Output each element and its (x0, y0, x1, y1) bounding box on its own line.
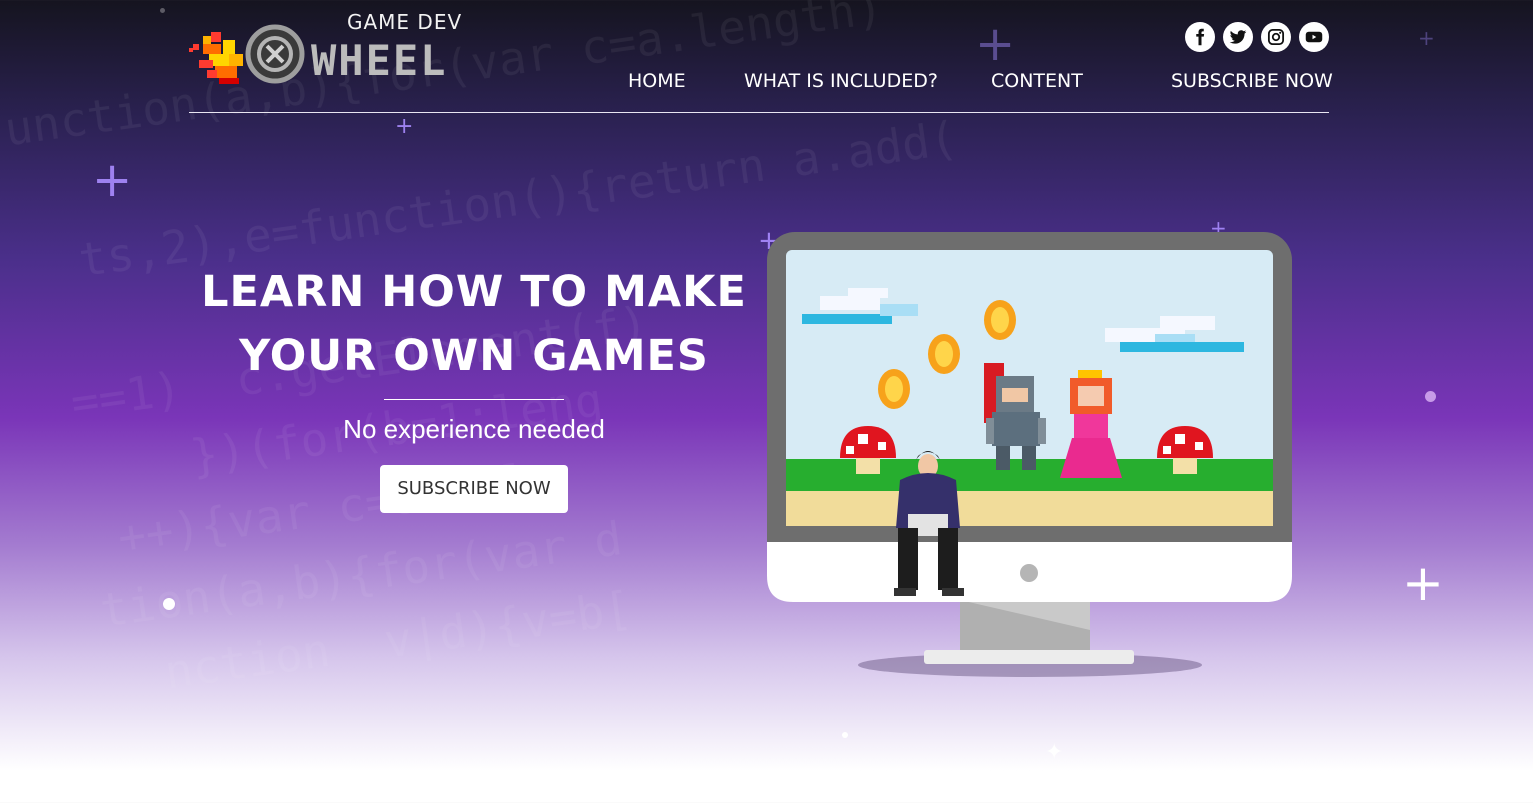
logo[interactable]: GAME DEV WHEEL (189, 10, 499, 90)
youtube-icon[interactable] (1299, 22, 1329, 52)
hero-section: LEARN HOW TO MAKE YOUR OWN GAMES No expe… (200, 265, 748, 513)
star-dot (842, 732, 848, 738)
instagram-icon[interactable] (1261, 22, 1291, 52)
sparkle-icon: + (1418, 26, 1435, 50)
monitor-illustration (767, 232, 1292, 677)
coin-icon (928, 334, 960, 374)
hero-divider (384, 399, 564, 400)
star-dot (160, 8, 165, 13)
hero-subscribe-button[interactable]: SUBSCRIBE NOW (380, 465, 568, 513)
coin-icon (878, 369, 910, 409)
main-nav: HOME WHAT IS INCLUDED? CONTENT SUBSCRIBE… (600, 70, 1333, 94)
nav-item-home[interactable]: HOME (628, 70, 686, 92)
wheel-icon (245, 24, 305, 84)
star-dot (163, 598, 175, 610)
hero-title-line1: LEARN HOW TO MAKE (201, 267, 747, 317)
twitter-icon[interactable] (1223, 22, 1253, 52)
sparkle-icon: ✦ (1045, 740, 1064, 765)
coin-icon (984, 300, 1016, 340)
social-links (1185, 22, 1329, 52)
hero-subtitle: No experience needed (343, 414, 605, 444)
star-dot (1425, 391, 1436, 402)
facebook-icon[interactable] (1185, 22, 1215, 52)
logo-main-text: WHEEL (311, 36, 448, 85)
header-divider (189, 112, 1329, 113)
sparkle-icon: + (395, 114, 414, 139)
sparkle-icon: + (92, 152, 133, 208)
logo-top-text: GAME DEV (347, 10, 463, 34)
nav-item-subscribe-now[interactable]: SUBSCRIBE NOW (1171, 70, 1333, 92)
nav-item-what-is-included[interactable]: WHAT IS INCLUDED? (744, 70, 938, 92)
nav-item-content[interactable]: CONTENT (991, 70, 1083, 92)
hero-title-line2: YOUR OWN GAMES (239, 331, 709, 381)
sparkle-icon: + (1402, 554, 1444, 612)
sparkle-icon: + (975, 16, 1016, 72)
